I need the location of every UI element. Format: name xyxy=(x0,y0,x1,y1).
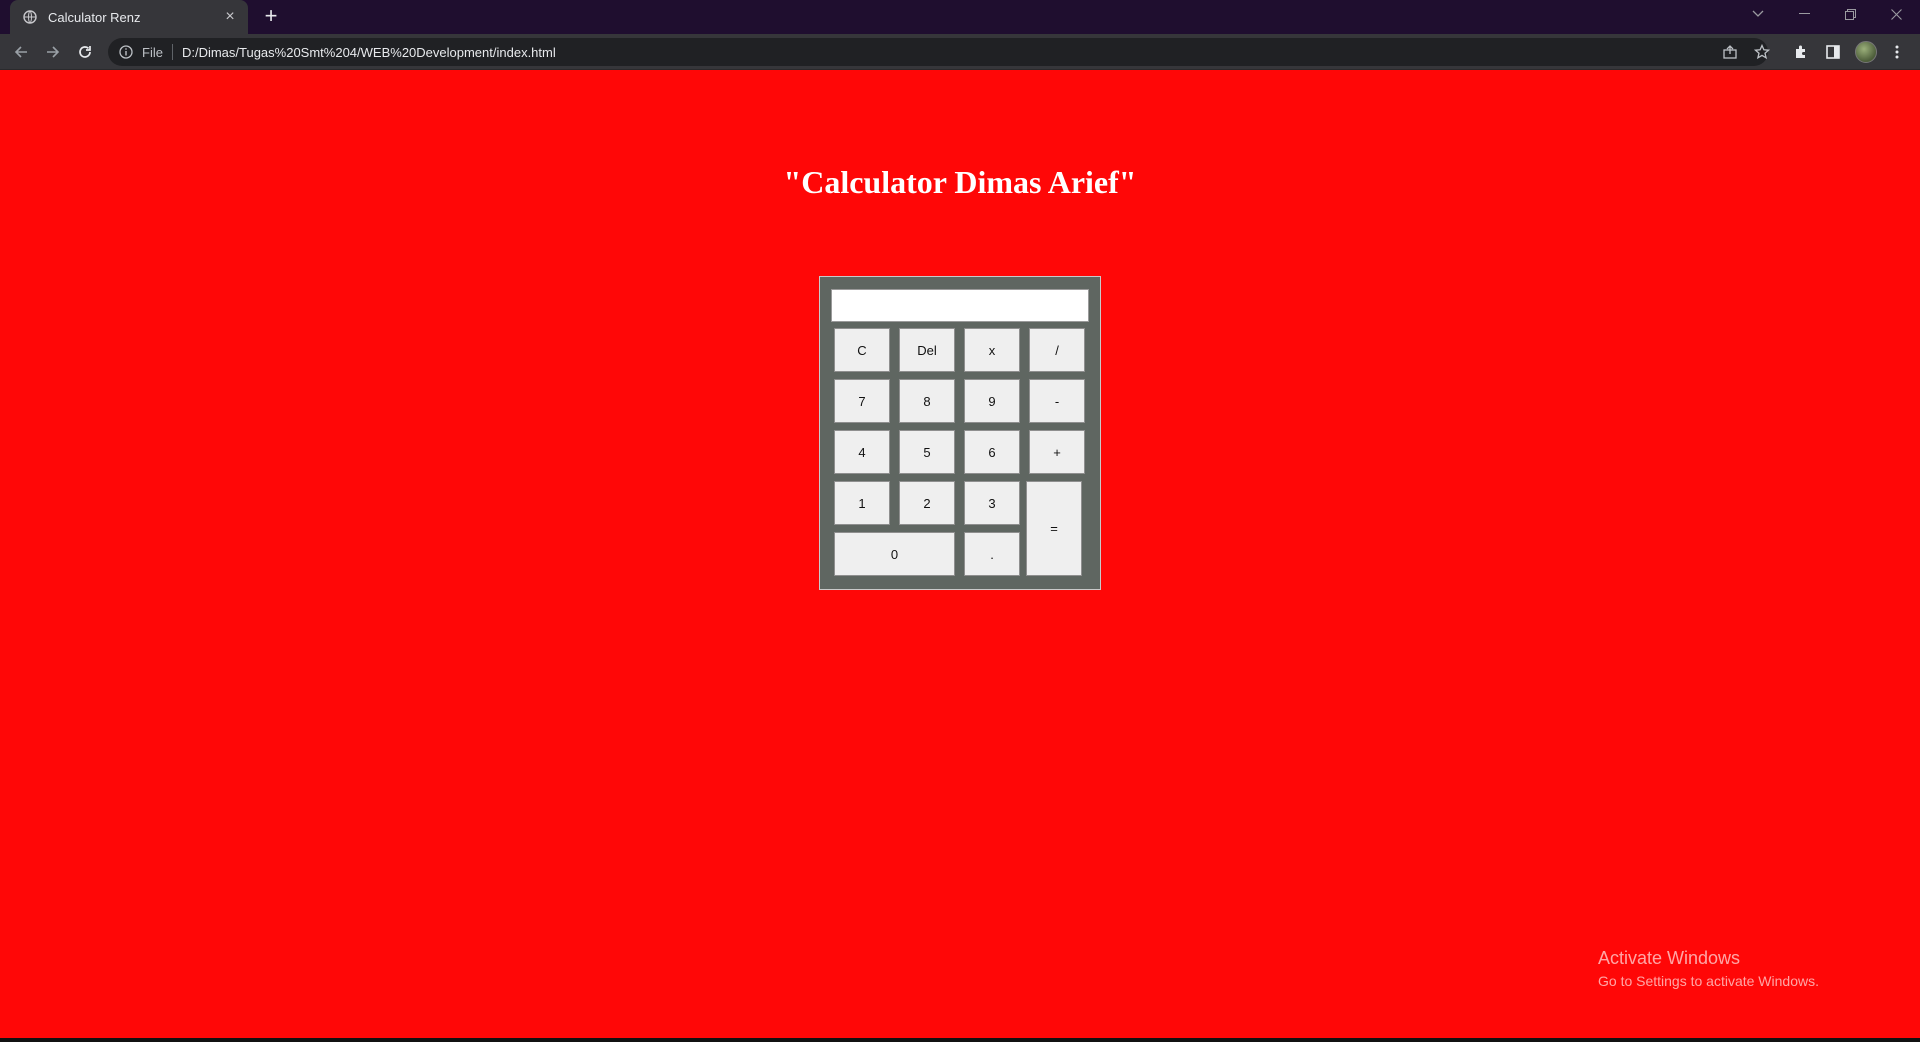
digit-5-button[interactable]: 5 xyxy=(899,430,955,474)
back-icon[interactable] xyxy=(8,39,34,65)
digit-0-button[interactable]: 0 xyxy=(834,532,955,576)
digit-6-button[interactable]: 6 xyxy=(964,430,1020,474)
info-icon[interactable] xyxy=(118,44,134,60)
tab-close-icon[interactable]: × xyxy=(222,8,238,26)
forward-icon[interactable] xyxy=(40,39,66,65)
profile-avatar[interactable] xyxy=(1855,41,1877,63)
address-scheme-label: File xyxy=(142,44,163,60)
minimize-icon[interactable] xyxy=(1782,0,1826,28)
digit-9-button[interactable]: 9 xyxy=(964,379,1020,423)
multiply-button[interactable]: x xyxy=(964,328,1020,372)
browser-toolbar: File D:/Dimas/Tugas%20Smt%204/WEB%20Deve… xyxy=(0,34,1920,70)
activation-title: Activate Windows xyxy=(1598,948,1741,968)
taskbar-edge xyxy=(0,1038,1920,1042)
plus-button[interactable]: + xyxy=(1029,430,1085,474)
tab-search-icon[interactable] xyxy=(1736,0,1780,28)
digit-3-button[interactable]: 3 xyxy=(964,481,1020,525)
menu-icon[interactable] xyxy=(1884,39,1910,65)
share-icon[interactable] xyxy=(1717,39,1743,65)
browser-tabstrip: Calculator Renz × + xyxy=(0,0,1920,34)
decimal-button[interactable]: . xyxy=(964,532,1020,576)
digit-2-button[interactable]: 2 xyxy=(899,481,955,525)
clear-button[interactable]: C xyxy=(834,328,890,372)
restore-icon[interactable] xyxy=(1828,0,1872,28)
globe-icon xyxy=(22,9,38,25)
equals-button[interactable]: = xyxy=(1026,481,1082,576)
close-window-icon[interactable] xyxy=(1874,0,1918,28)
divide-button[interactable]: / xyxy=(1029,328,1085,372)
windows-activation-watermark: Activate Windows Go to Settings to activ… xyxy=(1598,948,1819,989)
reload-icon[interactable] xyxy=(72,39,98,65)
extensions-icon[interactable] xyxy=(1788,39,1814,65)
calculator: C Del x / 7 8 9 - 4 5 6 + 1 2 3 = 0 . xyxy=(819,276,1101,590)
digit-1-button[interactable]: 1 xyxy=(834,481,890,525)
digit-7-button[interactable]: 7 xyxy=(834,379,890,423)
address-bar[interactable]: File D:/Dimas/Tugas%20Smt%204/WEB%20Deve… xyxy=(108,38,1768,66)
page-title: "Calculator Dimas Arief" xyxy=(783,164,1137,200)
minus-button[interactable]: - xyxy=(1029,379,1085,423)
digit-8-button[interactable]: 8 xyxy=(899,379,955,423)
tab-title: Calculator Renz xyxy=(48,9,141,25)
calculator-display[interactable] xyxy=(831,289,1089,322)
bookmark-star-icon[interactable] xyxy=(1749,39,1775,65)
side-panel-icon[interactable] xyxy=(1820,39,1846,65)
browser-tab[interactable]: Calculator Renz × xyxy=(10,0,248,34)
activation-subtitle: Go to Settings to activate Windows. xyxy=(1598,973,1819,989)
address-url[interactable]: D:/Dimas/Tugas%20Smt%204/WEB%20Developme… xyxy=(182,45,556,60)
new-tab-button[interactable]: + xyxy=(258,4,284,30)
delete-button[interactable]: Del xyxy=(899,328,955,372)
address-separator xyxy=(171,44,173,60)
digit-4-button[interactable]: 4 xyxy=(834,430,890,474)
